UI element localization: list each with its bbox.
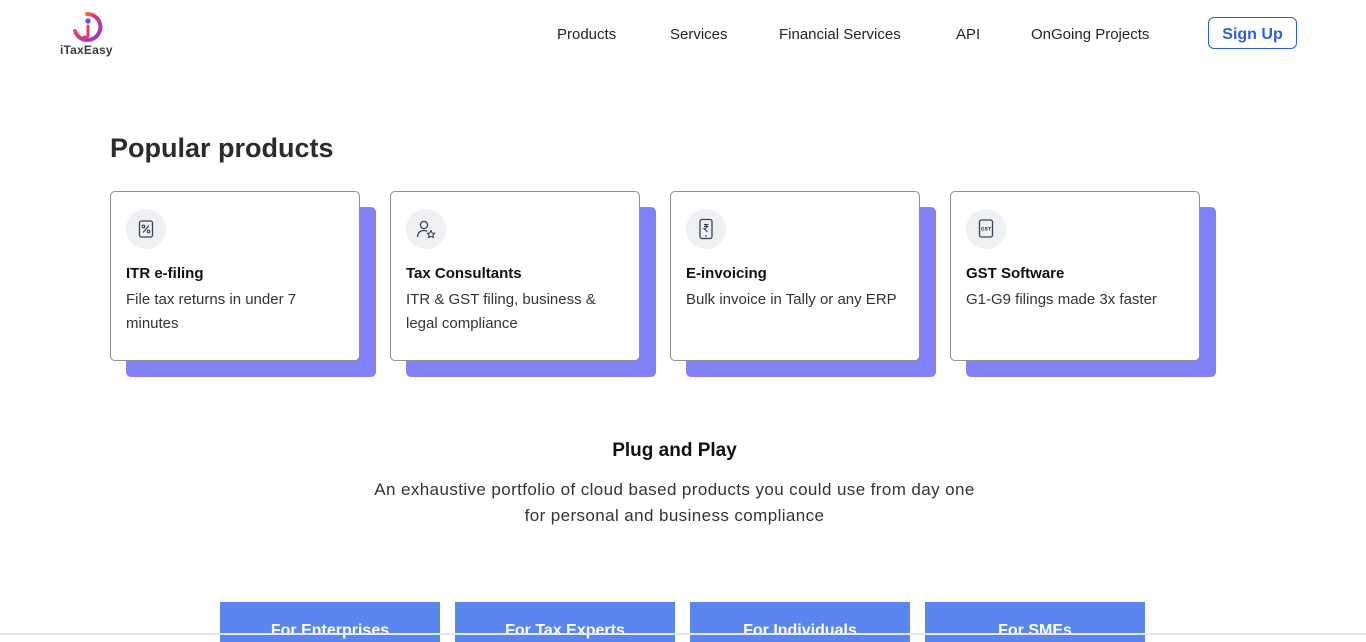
product-card[interactable]: Tax Consultants ITR & GST filing, busine… <box>390 191 640 361</box>
product-card-e-invoicing: E-invoicing Bulk invoice in Tally or any… <box>670 191 936 377</box>
product-card-tax-consultants: Tax Consultants ITR & GST filing, busine… <box>390 191 656 377</box>
product-card[interactable]: E-invoicing Bulk invoice in Tally or any… <box>670 191 920 361</box>
tab-for-enterprises[interactable]: For Enterprises <box>220 602 440 642</box>
svg-text:GST: GST <box>981 227 992 233</box>
nav-api[interactable]: API <box>956 24 980 46</box>
plug-and-play-description: An exhaustive portfolio of cloud based p… <box>374 480 975 525</box>
card-description: File tax returns in under 7 minutes <box>126 291 297 332</box>
card-description: G1-G9 filings made 3x faster <box>966 291 1157 308</box>
tab-for-individuals[interactable]: For Individuals <box>690 602 910 642</box>
nav-services[interactable]: Services <box>670 24 728 46</box>
logo-mark-icon <box>73 11 103 42</box>
card-title: GST Software <box>966 265 1065 282</box>
product-card-itr: ITR e-filing File tax returns in under 7… <box>110 191 376 377</box>
plug-and-play-title: Plug and Play <box>612 440 737 461</box>
product-card[interactable]: ITR e-filing File tax returns in under 7… <box>110 191 360 361</box>
gst-document-icon: GST <box>966 209 1006 249</box>
product-card[interactable]: GST GST Software G1-G9 filings made 3x f… <box>950 191 1200 361</box>
card-description: Bulk invoice in Tally or any ERP <box>686 291 897 308</box>
logo-text: iTaxEasy <box>60 43 113 57</box>
card-title: E-invoicing <box>686 265 767 282</box>
nav-products[interactable]: Products <box>557 24 616 46</box>
tab-for-smes[interactable]: For SMEs <box>925 602 1145 642</box>
tab-for-tax-experts[interactable]: For Tax Experts <box>455 602 675 642</box>
card-description: ITR & GST filing, business & legal compl… <box>406 291 596 332</box>
card-title: Tax Consultants <box>406 265 522 282</box>
percent-document-icon <box>126 209 166 249</box>
rupee-phone-icon <box>686 209 726 249</box>
logo[interactable]: iTaxEasy <box>58 9 118 61</box>
user-star-icon <box>406 209 446 249</box>
nav-financial-services[interactable]: Financial Services <box>779 24 901 46</box>
card-title: ITR e-filing <box>126 265 204 282</box>
nav-ongoing-projects[interactable]: OnGoing Projects <box>1031 24 1149 46</box>
section-title-popular-products: Popular products <box>110 133 334 163</box>
product-card-gst-software: GST GST Software G1-G9 filings made 3x f… <box>950 191 1216 377</box>
sign-up-button[interactable]: Sign Up <box>1208 17 1297 49</box>
